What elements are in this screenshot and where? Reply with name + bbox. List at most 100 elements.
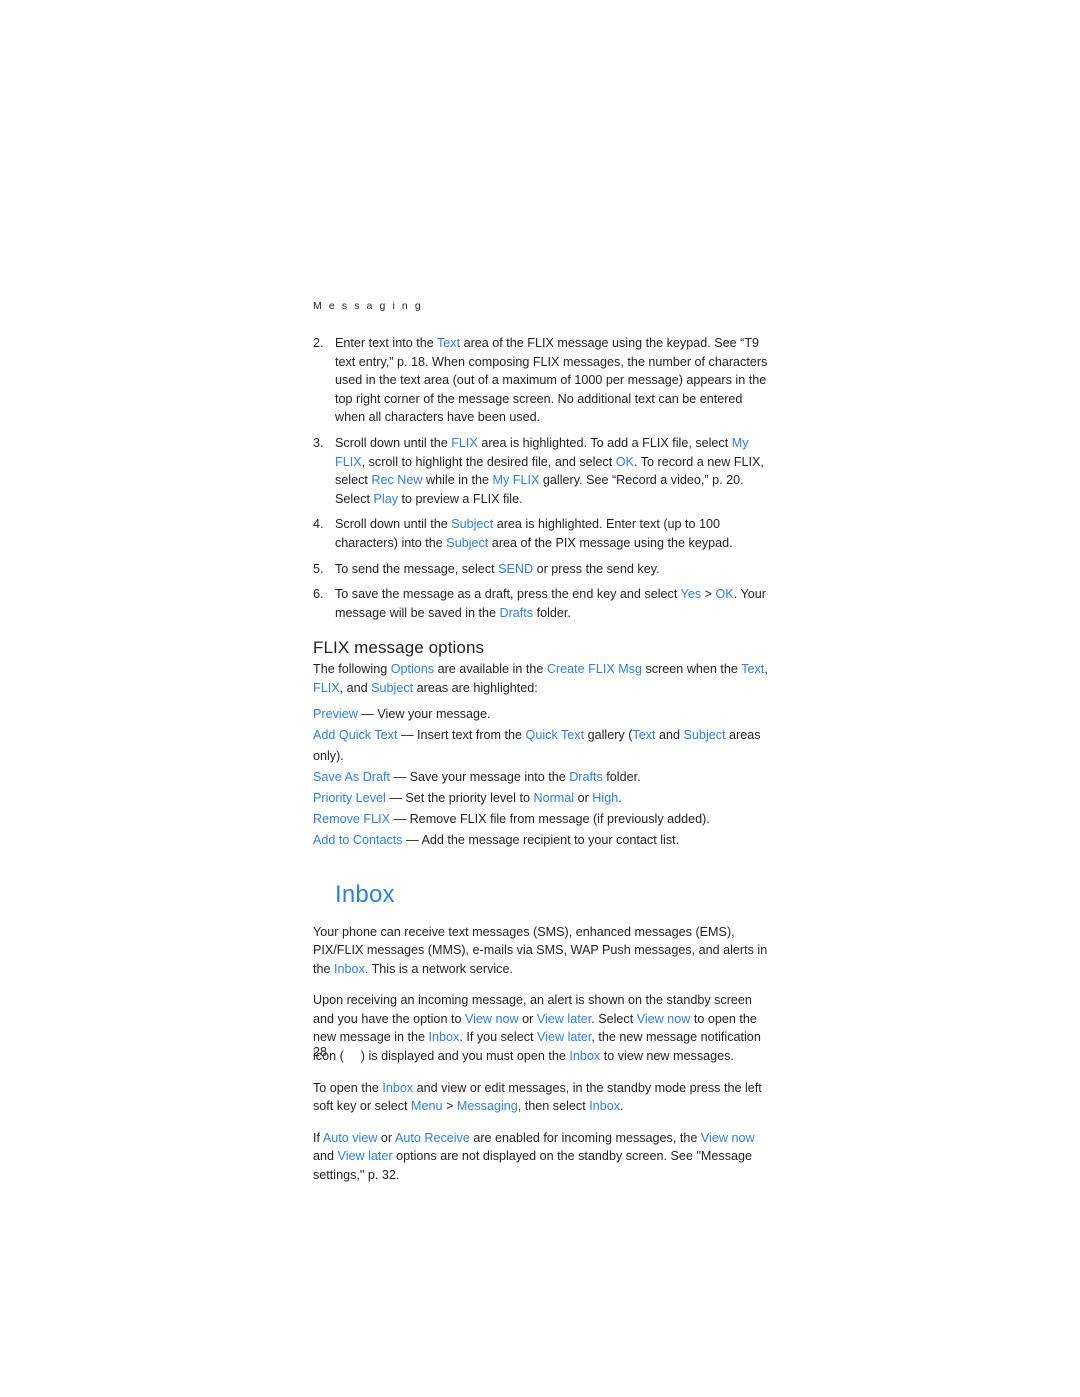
- step-text: To send the message, select SEND or pres…: [335, 562, 660, 576]
- inbox-paragraph: To open the Inbox and view or edit messa…: [313, 1079, 768, 1116]
- inbox-paragraph: Upon receiving an incoming message, an a…: [313, 991, 768, 1065]
- body-text: or: [574, 790, 593, 805]
- body-text: — Save your message into the: [390, 769, 570, 784]
- flix-option-item: Priority Level — Set the priority level …: [313, 788, 768, 809]
- flix-option-item: Preview — View your message.: [313, 704, 768, 725]
- flix-options-list: Preview — View your message. Add Quick Te…: [313, 704, 768, 851]
- flix-option-item: Save As Draft — Save your message into t…: [313, 767, 768, 788]
- flix-option-item: Add Quick Text — Insert text from the Qu…: [313, 725, 768, 767]
- body-text: Scroll down until the: [335, 435, 452, 450]
- ui-term: Rec New: [371, 473, 423, 488]
- step-number: 4.: [313, 517, 324, 532]
- body-text: , scroll to highlight the desired file, …: [361, 454, 616, 469]
- ui-term: Text: [436, 336, 461, 350]
- body-text: .: [618, 790, 622, 805]
- ui-term: Text: [741, 662, 765, 677]
- body-text: . If you select: [459, 1030, 538, 1045]
- numbered-step: 5. To send the message, select SEND or pr…: [313, 560, 768, 579]
- body-text: area is highlighted. To add a FLIX file,…: [477, 435, 732, 450]
- ui-term: Text: [632, 727, 656, 742]
- ui-term: Priority Level: [313, 790, 386, 805]
- ui-term: Options: [390, 662, 435, 677]
- ui-term: Inbox: [569, 1049, 601, 1064]
- ui-term: Create FLIX Msg: [546, 662, 643, 677]
- numbered-step: 3. Scroll down until the FLIX area is hig…: [313, 434, 768, 508]
- step-text: Enter text into the Text area of the FLI…: [335, 336, 767, 424]
- ui-term: Add to Contacts: [313, 832, 403, 847]
- body-text: screen when the: [642, 662, 742, 677]
- body-text: >: [701, 587, 716, 602]
- ui-term: Menu: [411, 1099, 443, 1114]
- ui-term: My FLIX: [492, 473, 540, 488]
- ui-term: Play: [373, 491, 399, 506]
- ui-term: Remove FLIX: [313, 811, 390, 826]
- numbered-step: 4. Scroll down until the Subject area is …: [313, 515, 768, 552]
- flix-options-intro: The following Options are available in t…: [313, 660, 768, 697]
- flix-options-heading: FLIX message options: [313, 638, 485, 658]
- step-number: 6.: [313, 587, 324, 602]
- numbered-step-list: 2. Enter text into the Text area of the F…: [313, 334, 768, 622]
- ui-term: FLIX: [451, 435, 478, 450]
- ui-term: High: [592, 790, 619, 805]
- body-text: . This is a network service.: [364, 961, 513, 976]
- body-text: To send the message, select: [335, 561, 499, 576]
- ui-term: Quick Text: [525, 727, 585, 742]
- inbox-body: Your phone can receive text messages (SM…: [313, 923, 768, 1185]
- body-text: areas are highlighted:: [413, 680, 538, 695]
- body-text: folder.: [533, 605, 571, 620]
- body-text: ,: [764, 662, 768, 677]
- body-text: , then select: [517, 1099, 590, 1114]
- body-text: or: [518, 1011, 537, 1026]
- ui-term: Drafts: [499, 605, 534, 620]
- body-text: — Remove FLIX file from message (if prev…: [390, 811, 710, 826]
- body-text: to view new messages.: [600, 1049, 734, 1064]
- ui-term: Messaging: [456, 1099, 518, 1114]
- numbered-step: 2. Enter text into the Text area of the F…: [313, 334, 768, 427]
- body-text: gallery (: [584, 727, 633, 742]
- flix-option-item: Add to Contacts — Add the message recipi…: [313, 830, 768, 851]
- body-text: Scroll down until the: [335, 517, 452, 532]
- ui-term: OK: [715, 587, 734, 602]
- inbox-paragraph: If Auto view or Auto Receive are enabled…: [313, 1129, 768, 1185]
- body-text: . Select: [591, 1011, 637, 1026]
- body-text: or press the send key.: [533, 561, 660, 576]
- ui-term: Save As Draft: [313, 769, 390, 784]
- body-text: , and: [339, 680, 372, 695]
- body-text: .: [620, 1099, 624, 1114]
- body-text: The following: [313, 662, 391, 677]
- body-text: folder.: [602, 769, 641, 784]
- body-text: ) is displayed and you must open the: [360, 1049, 570, 1064]
- ui-term: SEND: [498, 561, 534, 576]
- body-text: Enter text into the: [335, 336, 437, 350]
- body-text: and: [655, 727, 684, 742]
- ui-term: Preview: [313, 706, 358, 721]
- step-text: Scroll down until the FLIX area is highl…: [335, 436, 764, 506]
- ui-term: Auto Receive: [394, 1130, 470, 1145]
- step-number: 3.: [313, 435, 324, 450]
- body-text: — Insert text from the: [397, 727, 526, 742]
- ui-term: FLIX: [313, 680, 340, 695]
- body-text: If: [313, 1130, 323, 1145]
- body-text: — Add the message recipient to your cont…: [402, 832, 680, 847]
- ui-term: Subject: [683, 727, 726, 742]
- ui-term: Inbox: [428, 1030, 460, 1045]
- ui-term: Drafts: [569, 769, 603, 784]
- inbox-heading: Inbox: [335, 880, 395, 908]
- ui-term: Inbox: [382, 1080, 414, 1095]
- step-text: To save the message as a draft, press th…: [335, 587, 766, 620]
- ui-term: Auto view: [322, 1130, 378, 1145]
- body-text: >: [442, 1099, 457, 1114]
- ui-term: Inbox: [334, 961, 365, 976]
- flix-option-item: Remove FLIX — Remove FLIX file from mess…: [313, 809, 768, 830]
- step-number: 2.: [313, 336, 324, 350]
- ui-term: Yes: [680, 587, 702, 602]
- ui-term: Add Quick Text: [313, 727, 398, 742]
- page-content: M e s s a g i n g 2. Enter text into the …: [313, 300, 768, 1198]
- body-text: — View your message.: [357, 706, 491, 721]
- body-text: while in the: [422, 473, 493, 488]
- ui-term: View now: [700, 1130, 755, 1145]
- ui-term: View now: [636, 1011, 691, 1026]
- ui-term: View later: [537, 1030, 592, 1045]
- body-text: are available in the: [434, 662, 547, 677]
- body-text: to preview a FLIX file.: [398, 491, 523, 506]
